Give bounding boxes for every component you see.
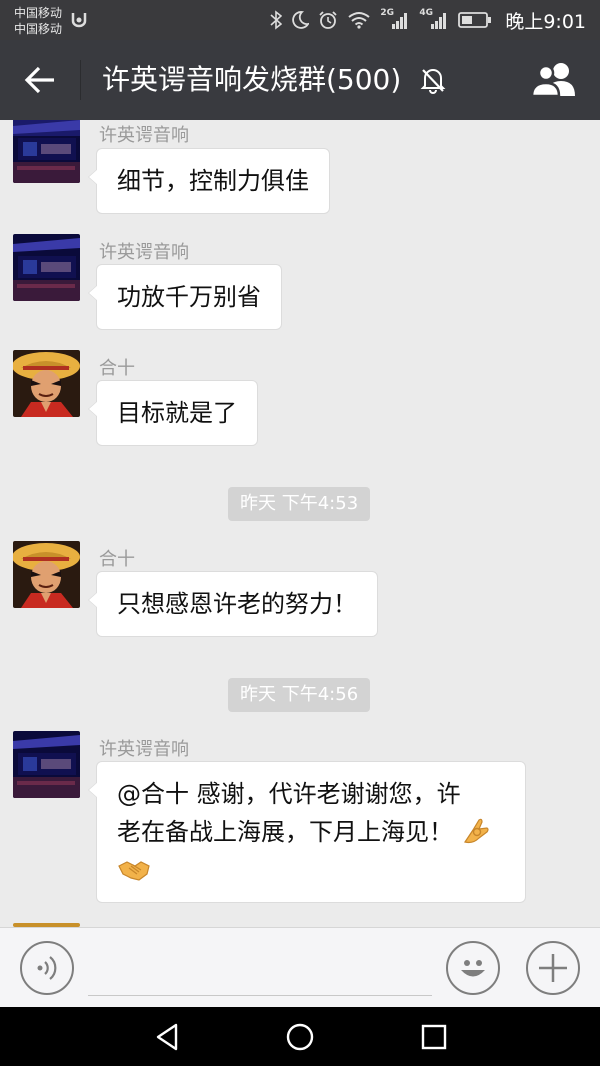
bluetooth-icon (270, 10, 283, 30)
smiley-face-icon (461, 960, 485, 977)
message-text: 细节，控制力俱佳 (117, 167, 309, 195)
more-options-button[interactable] (526, 941, 580, 995)
message-text-line: 老在备战上海展，下月上海见！ (117, 818, 453, 846)
message-item: 许英谔音响 细节，控制力俱佳 (0, 120, 600, 230)
system-navigation-bar (0, 1007, 600, 1066)
emoji-line (117, 851, 505, 889)
sender-name: 许英谔音响 (99, 125, 189, 146)
message-item: 许英谔音响 功放千万别省 (0, 234, 600, 344)
sender-name: 合十 (99, 549, 135, 570)
signal-2g-icon: 2G (380, 8, 410, 30)
plus-icon (539, 954, 567, 982)
nav-home-circle-icon[interactable] (284, 1021, 316, 1053)
message-bubble[interactable]: @合十 感谢，代许老谢谢您，许 老在备战上海展，下月上海见！ (88, 761, 526, 903)
chat-title: 许英谔音响发烧群(500) (102, 63, 402, 96)
message-item: 合十 只想感恩许老的努力！ (0, 541, 600, 651)
message-bubble[interactable]: 细节，控制力俱佳 (88, 148, 330, 214)
voice-wave-icon (37, 956, 57, 980)
do-not-disturb-moon-icon (292, 11, 310, 29)
message-text-line: @合十 感谢，代许老谢谢您，许 (117, 780, 461, 808)
sender-name: 许英谔音响 (99, 739, 189, 760)
concert-hall-avatar[interactable] (13, 120, 80, 183)
sender-name: 许英谔音响 (99, 242, 189, 263)
straw-hat-avatar[interactable] (13, 541, 80, 608)
concert-hall-avatar[interactable] (13, 731, 80, 798)
timestamp-divider: 昨天 下午4:56 (228, 678, 371, 712)
handshake-emoji-icon (118, 861, 150, 881)
emoji-button[interactable] (446, 941, 500, 995)
sender-name: 合十 (99, 358, 135, 379)
message-text-input[interactable] (88, 946, 432, 996)
message-item: 合十 目标就是了 (0, 350, 600, 460)
straw-hat-avatar[interactable] (13, 350, 80, 417)
nav-back-triangle-icon[interactable] (152, 1021, 184, 1053)
message-text-line-with-emoji: 老在备战上海展，下月上海见！ (117, 813, 505, 851)
concert-hall-avatar[interactable] (13, 234, 80, 301)
chat-title-bar: 许英谔音响发烧群(500) (0, 40, 600, 120)
nav-recents-square-icon[interactable] (418, 1021, 450, 1053)
message-text: 目标就是了 (117, 399, 237, 427)
alarm-clock-icon (319, 11, 337, 29)
message-bubble[interactable]: 只想感恩许老的努力！ (88, 571, 378, 637)
message-item: 许英谔音响 @合十 感谢，代许老谢谢您，许 老在备战上海展，下月上海见！ (0, 731, 600, 927)
timestamp-divider: 昨天 下午4:53 (228, 487, 371, 521)
back-arrow-icon[interactable] (20, 62, 60, 98)
notification-app-icon (71, 13, 87, 28)
carrier-1-label: 中国移动 (14, 6, 63, 20)
status-time: 晚上9:01 (505, 10, 586, 33)
chat-message-list[interactable]: 许英谔音响 细节，控制力俱佳 许英谔音响 功放千万别省 合十 目标就是了 昨天 … (0, 120, 600, 927)
carrier-2-label: 中国移动 (14, 22, 63, 36)
message-bubble[interactable]: 目标就是了 (88, 380, 258, 446)
message-text: 功放千万别省 (117, 283, 261, 311)
title-divider (80, 60, 81, 100)
message-input-bar (0, 927, 600, 1007)
status-bar: 中国移动 中国移动 2G 4G 晚上9:01 (0, 0, 600, 40)
mute-bell-icon (420, 69, 446, 94)
wifi-icon (348, 12, 370, 29)
voice-input-button[interactable] (20, 941, 74, 995)
status-icons: 2G 4G 晚上9:01 (270, 0, 586, 40)
signal-4g-icon: 4G (419, 8, 449, 30)
battery-icon (458, 12, 492, 28)
group-members-icon[interactable] (528, 60, 580, 100)
ok-hand-emoji-icon (463, 818, 489, 844)
carrier-info: 中国移动 中国移动 (14, 5, 62, 37)
message-bubble[interactable]: 功放千万别省 (88, 264, 282, 330)
message-text: 只想感恩许老的努力！ (117, 590, 357, 618)
